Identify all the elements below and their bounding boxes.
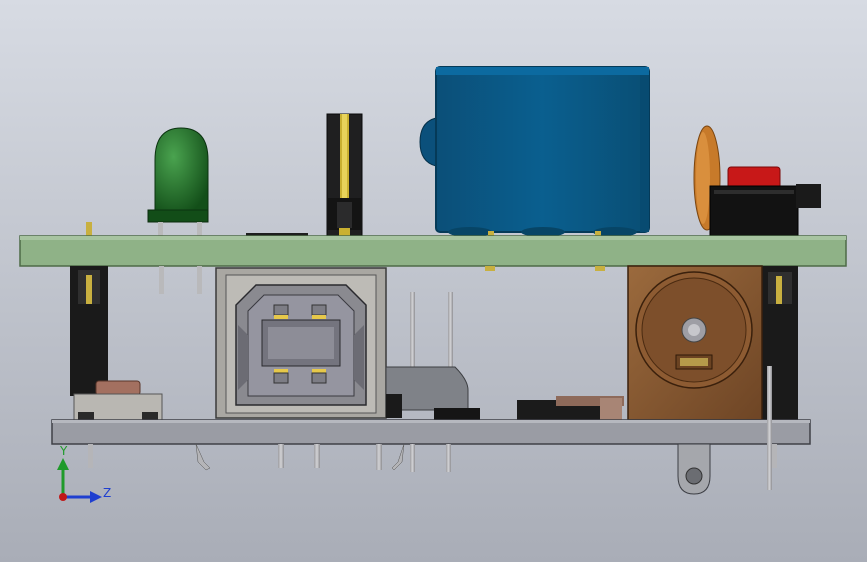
- pin-stub: [86, 222, 92, 236]
- pin-header: [326, 113, 363, 237]
- left-standoff: [70, 266, 108, 396]
- triad-z-label: Z: [103, 486, 111, 500]
- assembly-side-view: Y Z: [0, 0, 867, 562]
- cad-viewport[interactable]: Y Z: [0, 0, 867, 562]
- usb-b-connector: [215, 267, 387, 419]
- blue-capacitor: [419, 66, 650, 239]
- green-led: [147, 127, 209, 238]
- triad-y-label: Y: [59, 444, 68, 458]
- main-pcb-green: [19, 235, 847, 267]
- dc-power-jack: [627, 265, 763, 421]
- bottom-pcb-gray: [51, 419, 811, 445]
